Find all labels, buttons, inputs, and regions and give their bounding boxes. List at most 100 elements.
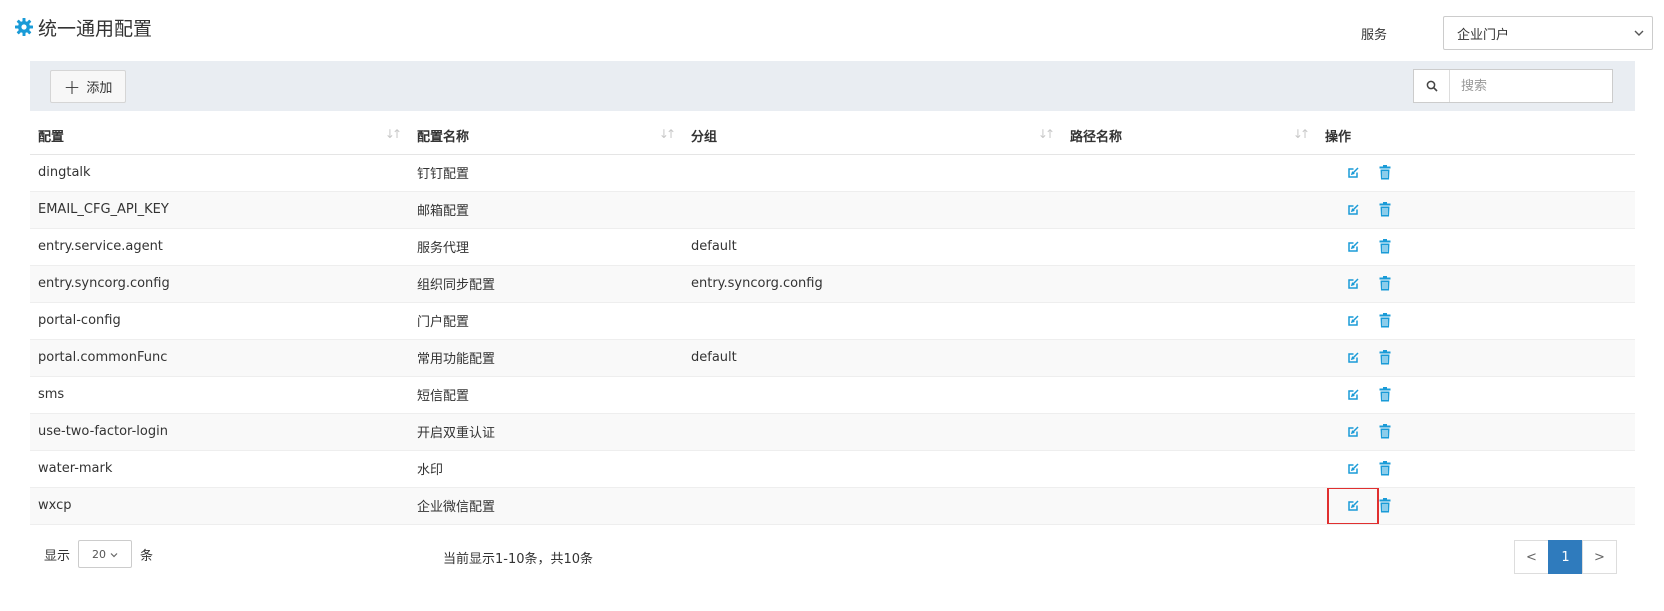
- cell-actions: [1317, 487, 1635, 525]
- next-page-button[interactable]: >: [1582, 540, 1617, 574]
- page-size-value: 20: [92, 547, 107, 561]
- sort-icon[interactable]: ↓↑: [385, 127, 402, 141]
- toolbar: + 添加: [30, 61, 1635, 111]
- unit-label: 条: [140, 548, 154, 564]
- cell-actions: [1317, 154, 1635, 192]
- edit-icon[interactable]: [1337, 232, 1369, 262]
- column-header-path[interactable]: 路径名称 ↓↑: [1062, 117, 1317, 155]
- search-icon[interactable]: [1414, 70, 1450, 102]
- chevron-down-icon: [1634, 26, 1644, 41]
- sort-icon[interactable]: ↓↑: [1038, 127, 1055, 141]
- trash-icon[interactable]: [1369, 380, 1401, 410]
- service-select[interactable]: 企业门户: [1443, 16, 1653, 50]
- trash-icon[interactable]: [1369, 269, 1401, 299]
- chevron-down-icon: [110, 548, 118, 561]
- cell-path: [1062, 191, 1317, 229]
- table-row: entry.syncorg.config 组织同步配置 entry.syncorg.…: [30, 265, 1635, 303]
- cell-path: [1062, 339, 1317, 377]
- plus-icon: +: [63, 74, 81, 99]
- trash-icon[interactable]: [1369, 343, 1401, 373]
- search-input[interactable]: [1450, 70, 1610, 102]
- cell-path: [1062, 302, 1317, 340]
- cell-config: entry.service.agent: [30, 228, 409, 266]
- trash-icon[interactable]: [1369, 454, 1401, 484]
- add-button-label: 添加: [86, 81, 113, 96]
- table-row: wxcp 企业微信配置: [30, 487, 1635, 525]
- column-header-name[interactable]: 配置名称 ↓↑: [409, 117, 683, 155]
- cell-config: EMAIL_CFG_API_KEY: [30, 191, 409, 229]
- cell-name: 钉钉配置: [409, 154, 683, 192]
- page-header: 统一通用配置: [14, 12, 152, 42]
- cell-actions: [1317, 265, 1635, 303]
- cell-config: portal-config: [30, 302, 409, 340]
- cell-group: [683, 376, 1062, 414]
- column-header-group[interactable]: 分组 ↓↑: [683, 117, 1062, 155]
- cell-actions: [1317, 191, 1635, 229]
- cell-name: 邮箱配置: [409, 191, 683, 229]
- page-size-select[interactable]: 20: [78, 540, 133, 568]
- edit-icon[interactable]: [1337, 195, 1369, 225]
- cell-config: entry.syncorg.config: [30, 265, 409, 303]
- show-label: 显示: [44, 548, 71, 564]
- table-body: dingtalk 钉钉配置 EMAIL_CFG_API_KEY 邮箱配置 entry.s…: [30, 154, 1635, 525]
- cell-path: [1062, 413, 1317, 451]
- cell-actions: [1317, 450, 1635, 488]
- cell-config: wxcp: [30, 487, 409, 525]
- trash-icon[interactable]: [1369, 417, 1401, 447]
- cell-config: water-mark: [30, 450, 409, 488]
- column-header-config[interactable]: 配置 ↓↑: [30, 117, 409, 155]
- cell-path: [1062, 450, 1317, 488]
- sort-icon[interactable]: ↓↑: [1293, 127, 1310, 141]
- cell-name: 水印: [409, 450, 683, 488]
- trash-icon[interactable]: [1369, 195, 1401, 225]
- column-header-actions: 操作: [1317, 117, 1635, 155]
- cell-config: sms: [30, 376, 409, 414]
- cell-name: 企业微信配置: [409, 487, 683, 525]
- page-1-button[interactable]: 1: [1548, 540, 1583, 574]
- cell-path: [1062, 487, 1317, 525]
- cell-group: [683, 487, 1062, 525]
- cell-actions: [1317, 228, 1635, 266]
- cell-actions: [1317, 302, 1635, 340]
- cell-name: 短信配置: [409, 376, 683, 414]
- edit-icon[interactable]: [1337, 343, 1369, 373]
- table-row: water-mark 水印: [30, 450, 1635, 488]
- edit-icon[interactable]: [1337, 269, 1369, 299]
- table-row: use-two-factor-login 开启双重认证: [30, 413, 1635, 451]
- edit-icon[interactable]: [1337, 454, 1369, 484]
- cell-group: [683, 302, 1062, 340]
- table-row: dingtalk 钉钉配置: [30, 154, 1635, 192]
- cell-group: [683, 413, 1062, 451]
- cell-group: default: [683, 228, 1062, 266]
- config-table: 配置 ↓↑ 配置名称 ↓↑ 分组 ↓↑ 路径名称 ↓↑ 操作 dingtalk 钉钉配置 E…: [30, 117, 1635, 525]
- cell-path: [1062, 228, 1317, 266]
- table-row: EMAIL_CFG_API_KEY 邮箱配置: [30, 191, 1635, 229]
- cell-name: 组织同步配置: [409, 265, 683, 303]
- cell-group: [683, 154, 1062, 192]
- prev-page-button[interactable]: <: [1514, 540, 1549, 574]
- edit-icon[interactable]: [1337, 417, 1369, 447]
- page-size-control: 显示 20 条: [44, 540, 153, 568]
- cell-config: dingtalk: [30, 154, 409, 192]
- edit-icon[interactable]: [1337, 306, 1369, 336]
- cell-name: 常用功能配置: [409, 339, 683, 377]
- cell-path: [1062, 376, 1317, 414]
- cell-actions: [1317, 376, 1635, 414]
- table-row: sms 短信配置: [30, 376, 1635, 414]
- service-label: 服务: [1361, 28, 1388, 43]
- cell-name: 服务代理: [409, 228, 683, 266]
- cell-config: use-two-factor-login: [30, 413, 409, 451]
- cell-name: 开启双重认证: [409, 413, 683, 451]
- trash-icon[interactable]: [1369, 158, 1401, 188]
- cell-group: [683, 450, 1062, 488]
- page-title: 统一通用配置: [38, 17, 153, 40]
- gear-icon: [14, 17, 34, 37]
- add-button[interactable]: + 添加: [50, 70, 126, 103]
- edit-icon[interactable]: [1337, 380, 1369, 410]
- trash-icon[interactable]: [1369, 306, 1401, 336]
- edit-icon[interactable]: [1337, 158, 1369, 188]
- sort-icon[interactable]: ↓↑: [659, 127, 676, 141]
- trash-icon[interactable]: [1369, 232, 1401, 262]
- cell-name: 门户配置: [409, 302, 683, 340]
- trash-icon[interactable]: [1369, 491, 1401, 521]
